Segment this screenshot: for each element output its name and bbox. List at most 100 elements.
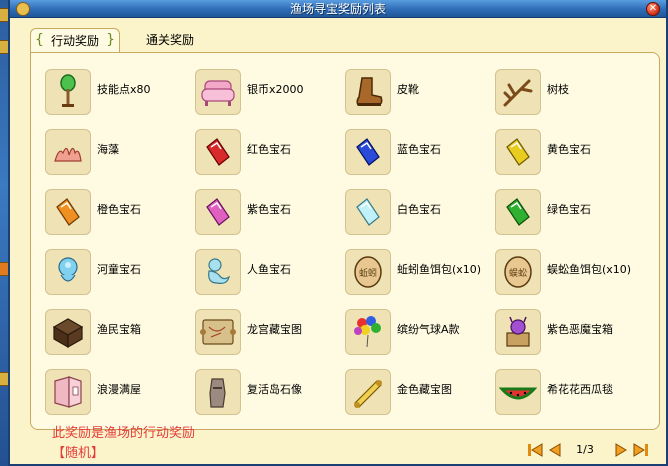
item-slot (495, 369, 541, 415)
blue-gem-icon (356, 138, 380, 166)
reward-item[interactable]: 海藻 (45, 127, 195, 187)
reward-item[interactable]: 渔民宝箱 (45, 307, 195, 367)
titlebar: 渔场寻宝奖励列表 ✕ (10, 0, 666, 18)
reward-panel: 技能点x80 银币x2000 皮靴 树枝 海藻 红色宝石 蓝色宝石 黄色宝石 橙… (30, 52, 660, 430)
first-page-icon (528, 443, 543, 457)
dragon-map-icon (200, 319, 236, 345)
reward-item[interactable]: 红色宝石 (195, 127, 345, 187)
item-slot (345, 369, 391, 415)
last-page-icon (633, 443, 648, 457)
prev-page-icon (549, 443, 561, 457)
bait-badge-text: 蚯蚓 (359, 268, 377, 279)
item-label: 海藻 (97, 143, 119, 156)
bait-badge-text: 蜈蚣 (509, 267, 527, 279)
reward-item[interactable]: 龙宫藏宝图 (195, 307, 345, 367)
pink-sofa-icon (201, 80, 235, 106)
seaweed-icon (54, 147, 82, 162)
item-label: 金色藏宝图 (397, 383, 452, 396)
item-slot: 蚯蚓 (345, 249, 391, 295)
orange-gem-icon (56, 198, 80, 226)
item-label: 蜈蚣鱼饵包(x10) (547, 263, 632, 276)
first-page-button[interactable] (526, 442, 544, 458)
kappa-gem-icon (58, 257, 78, 282)
item-label: 缤纷气球A款 (397, 323, 460, 336)
pagination: 1/3 (526, 440, 656, 460)
reward-item[interactable]: 树枝 (495, 67, 645, 127)
mermaid-gem-icon (208, 258, 230, 284)
item-slot (345, 69, 391, 115)
reward-item[interactable]: 黄色宝石 (495, 127, 645, 187)
reward-item[interactable]: 缤纷气球A款 (345, 307, 495, 367)
item-label: 人鱼宝石 (247, 263, 291, 276)
centipede-bait-icon: 蜈蚣 (504, 256, 532, 288)
demon-box-icon (506, 316, 530, 347)
item-slot (495, 69, 541, 115)
watermelon-rug-icon (499, 387, 537, 400)
last-page-button[interactable] (632, 442, 650, 458)
item-label: 紫色恶魔宝箱 (547, 323, 613, 336)
reward-item[interactable]: 河童宝石 (45, 247, 195, 307)
next-page-icon (615, 443, 627, 457)
reward-item[interactable]: 银币x2000 (195, 67, 345, 127)
item-label: 树枝 (547, 83, 569, 96)
reward-item[interactable]: 紫色恶魔宝箱 (495, 307, 645, 367)
item-label: 红色宝石 (247, 143, 291, 156)
item-label: 龙宫藏宝图 (247, 323, 302, 336)
branch-icon (503, 79, 533, 107)
fisher-chest-icon (52, 318, 84, 349)
reward-item[interactable]: 技能点x80 (45, 67, 195, 127)
green-gem-icon (506, 198, 530, 226)
item-slot (45, 69, 91, 115)
item-slot (195, 69, 241, 115)
item-slot (45, 129, 91, 175)
item-label: 蚯蚓鱼饵包(x10) (397, 263, 482, 276)
item-slot (495, 189, 541, 235)
tab-action-rewards[interactable]: 行动奖励 (30, 28, 120, 52)
reward-item[interactable]: 人鱼宝石 (195, 247, 345, 307)
item-label: 渔民宝箱 (97, 323, 141, 336)
tab-bar: 行动奖励 通关奖励 (18, 28, 658, 52)
prev-page-button[interactable] (546, 442, 564, 458)
item-slot (345, 129, 391, 175)
reward-item[interactable]: 蚯蚓 蚯蚓鱼饵包(x10) (345, 247, 495, 307)
reward-item[interactable]: 紫色宝石 (195, 187, 345, 247)
item-slot (495, 129, 541, 175)
reward-list-window: 渔场寻宝奖励列表 ✕ 行动奖励 通关奖励 技能点x80 (8, 0, 668, 466)
worm-bait-icon: 蚯蚓 (354, 256, 382, 288)
item-label: 紫色宝石 (247, 203, 291, 216)
romantic-house-icon (54, 376, 82, 408)
reward-item[interactable]: 希花花西瓜毯 (495, 367, 645, 427)
purple-gem-icon (206, 198, 230, 226)
reward-item[interactable]: 白色宝石 (345, 187, 495, 247)
item-slot (195, 249, 241, 295)
item-slot (195, 129, 241, 175)
gold-map-icon (354, 380, 382, 408)
reward-item[interactable]: 绿色宝石 (495, 187, 645, 247)
item-slot (345, 189, 391, 235)
item-label: 技能点x80 (97, 83, 151, 96)
page-indicator: 1/3 (576, 443, 594, 456)
item-slot (495, 309, 541, 355)
random-tag: 【随机】 (52, 446, 105, 461)
close-icon: ✕ (648, 3, 658, 14)
item-label: 白色宝石 (397, 203, 441, 216)
reward-item[interactable]: 蓝色宝石 (345, 127, 495, 187)
reward-item[interactable]: 蜈蚣 蜈蚣鱼饵包(x10) (495, 247, 645, 307)
item-label: 复活岛石像 (247, 383, 302, 396)
reward-item[interactable]: 皮靴 (345, 67, 495, 127)
next-page-button[interactable] (612, 442, 630, 458)
item-label: 浪漫满屋 (97, 383, 141, 396)
yellow-gem-icon (506, 138, 530, 166)
item-slot (45, 249, 91, 295)
close-button[interactable]: ✕ (646, 2, 660, 16)
window-title: 渔场寻宝奖励列表 (289, 2, 386, 16)
reward-item[interactable]: 橙色宝石 (45, 187, 195, 247)
item-label: 银币x2000 (247, 83, 304, 96)
item-label: 黄色宝石 (547, 143, 591, 156)
tab-clear-rewards[interactable]: 通关奖励 (130, 28, 210, 52)
item-label: 河童宝石 (97, 263, 141, 276)
reward-item[interactable]: 复活岛石像 (195, 367, 345, 427)
item-label: 皮靴 (397, 83, 419, 96)
reward-item[interactable]: 金色藏宝图 (345, 367, 495, 427)
reward-item[interactable]: 浪漫满屋 (45, 367, 195, 427)
